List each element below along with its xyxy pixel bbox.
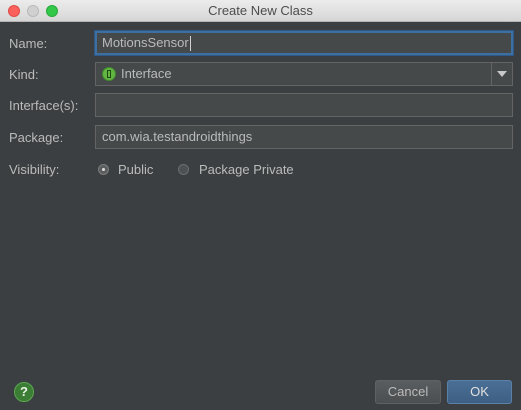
public-radio[interactable] bbox=[98, 164, 109, 175]
chevron-down-icon bbox=[497, 71, 507, 77]
package-input[interactable]: com.wia.testandroidthings bbox=[95, 125, 513, 149]
name-input-value: MotionsSensor bbox=[102, 35, 189, 50]
help-icon[interactable]: ? bbox=[14, 382, 34, 402]
title-bar: Create New Class bbox=[0, 0, 521, 22]
kind-label: Kind: bbox=[9, 67, 39, 82]
kind-selected-value: Interface bbox=[121, 66, 172, 81]
dropdown-button[interactable] bbox=[491, 63, 512, 85]
kind-dropdown[interactable]: Interface bbox=[95, 62, 513, 86]
public-radio-label[interactable]: Public bbox=[118, 162, 153, 178]
window-title: Create New Class bbox=[208, 3, 313, 18]
text-caret bbox=[189, 36, 191, 52]
package-label: Package: bbox=[9, 130, 64, 145]
interface-icon bbox=[102, 67, 116, 81]
name-label: Name: bbox=[9, 36, 48, 51]
name-input[interactable]: MotionsSensor bbox=[95, 31, 513, 55]
ok-button[interactable]: OK bbox=[447, 380, 512, 404]
cancel-button[interactable]: Cancel bbox=[375, 380, 441, 404]
package-private-radio[interactable] bbox=[178, 164, 189, 175]
package-private-radio-label[interactable]: Package Private bbox=[199, 162, 294, 178]
visibility-label: Visibility: bbox=[9, 162, 60, 177]
interfaces-label: Interface(s): bbox=[9, 98, 79, 113]
interfaces-input[interactable] bbox=[95, 93, 513, 117]
